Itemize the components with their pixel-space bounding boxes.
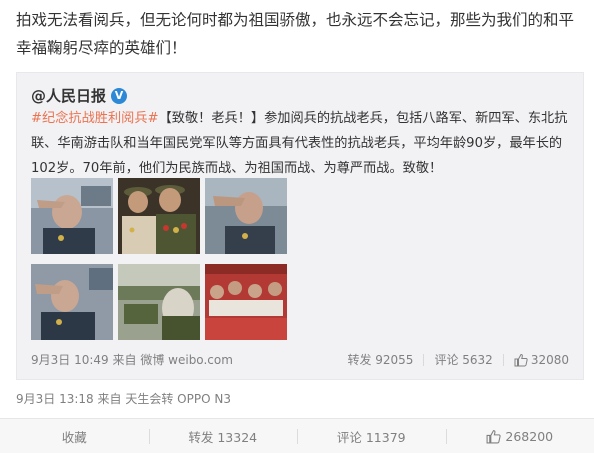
parade-vehicle-photo[interactable] bbox=[118, 264, 200, 340]
original-post-meta: 9月3日 10:49 来自 微博 weibo.com bbox=[31, 351, 233, 368]
thumbs-up-icon bbox=[486, 429, 502, 443]
original-comment-link[interactable]: 评论 5632 bbox=[434, 351, 492, 368]
veteran-salute-photo-3[interactable] bbox=[31, 264, 113, 340]
original-timestamp-link[interactable]: 9月3日 10:49 bbox=[31, 353, 109, 367]
original-author-link[interactable]: @人民日报 bbox=[31, 85, 106, 106]
like-button[interactable]: 268200 bbox=[445, 419, 594, 453]
photo-grid bbox=[31, 178, 291, 353]
reposted-weibo-card: @人民日报 V #纪念抗战胜利阅兵#【致敬！老兵！】参加阅兵的抗战老兵，包括八路… bbox=[16, 72, 584, 380]
hashtag-link[interactable]: #纪念抗战胜利阅兵# bbox=[31, 111, 159, 126]
parade-crowd-photo[interactable] bbox=[205, 264, 287, 340]
veterans-group-photo[interactable] bbox=[118, 178, 200, 254]
repost-label: 转发 13324 bbox=[188, 429, 258, 445]
original-post-stats: 转发 92055 评论 5632 32080 bbox=[347, 351, 569, 368]
original-like-button[interactable]: 32080 bbox=[514, 353, 569, 367]
original-from-label: 来自 bbox=[112, 353, 137, 367]
favorite-button[interactable]: 收藏 bbox=[0, 419, 149, 453]
original-author-row: @人民日报 V bbox=[31, 85, 128, 106]
repost-button[interactable]: 转发 13324 bbox=[148, 419, 298, 453]
post-action-bar: 收藏 转发 13324 评论 11379 268200 bbox=[0, 418, 594, 453]
stat-divider bbox=[502, 353, 504, 366]
original-repost-link[interactable]: 转发 92055 bbox=[347, 351, 413, 368]
post-from-label: 来自 bbox=[97, 392, 122, 406]
post-meta: 9月3日 13:18 来自 天生会转 OPPO N3 bbox=[16, 390, 231, 407]
veteran-salute-photo-2[interactable] bbox=[205, 178, 287, 254]
original-like-count: 32080 bbox=[530, 352, 569, 367]
comment-button[interactable]: 评论 11379 bbox=[297, 419, 446, 453]
post-timestamp-link[interactable]: 9月3日 13:18 bbox=[16, 392, 94, 406]
favorite-label: 收藏 bbox=[61, 429, 87, 445]
original-source-link[interactable]: 微博 weibo.com bbox=[140, 353, 233, 367]
original-post-text: #纪念抗战胜利阅兵#【致敬！老兵！】参加阅兵的抗战老兵，包括八路军、新四军、东北… bbox=[31, 106, 571, 181]
verified-v-icon: V bbox=[111, 87, 128, 104]
like-count: 268200 bbox=[505, 428, 554, 444]
post-text: 拍戏无法看阅兵，但无论何时都为祖国骄傲，也永远不会忘记，那些为我们的和平幸福鞠躬… bbox=[16, 11, 575, 57]
thumbs-up-icon bbox=[514, 353, 528, 366]
veteran-salute-photo-1[interactable] bbox=[31, 178, 113, 254]
stat-divider bbox=[423, 353, 425, 366]
comment-label: 评论 11379 bbox=[336, 429, 406, 445]
post-source-link[interactable]: 天生会转 OPPO N3 bbox=[125, 392, 231, 406]
